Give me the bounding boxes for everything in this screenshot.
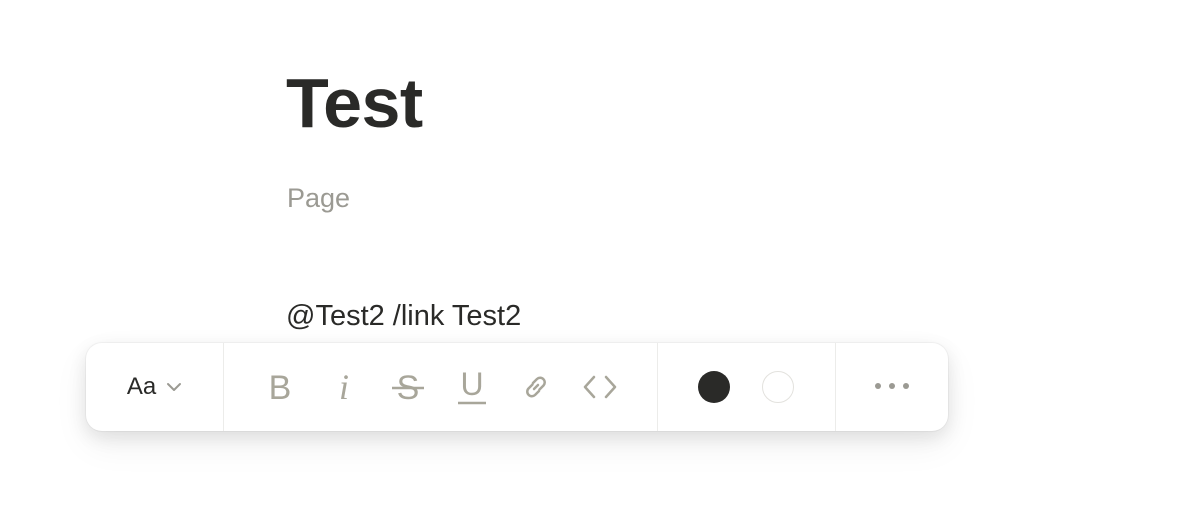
underline-icon: U <box>457 367 487 407</box>
background-color-swatch <box>762 371 794 403</box>
chevron-down-icon <box>166 382 182 392</box>
code-icon <box>583 374 617 400</box>
bold-button[interactable]: B <box>248 359 312 415</box>
text-style-dropdown[interactable]: Aa <box>121 365 188 409</box>
more-horizontal-icon <box>874 378 910 396</box>
page-subtitle[interactable]: Page <box>287 180 350 216</box>
selected-text-block[interactable]: @Test2 /link Test2 <box>286 296 521 336</box>
italic-icon: i <box>332 369 356 405</box>
text-color-swatch <box>698 371 730 403</box>
bold-icon: B <box>266 369 294 405</box>
background-color-button[interactable] <box>746 359 810 415</box>
italic-glyph: i <box>339 369 349 405</box>
underline-button[interactable]: U <box>440 359 504 415</box>
color-section <box>657 343 835 431</box>
page-title[interactable]: Test <box>286 58 423 148</box>
text-style-label: Aa <box>126 373 157 400</box>
italic-button[interactable]: i <box>312 359 376 415</box>
strikethrough-button[interactable]: S <box>376 359 440 415</box>
text-style-section: Aa <box>86 343 223 431</box>
more-options-button[interactable] <box>860 359 924 415</box>
text-color-button[interactable] <box>682 359 746 415</box>
code-button[interactable] <box>568 359 632 415</box>
underline-glyph: U <box>460 367 483 402</box>
more-section <box>835 343 948 431</box>
formatting-toolbar: Aa B i S U <box>86 343 948 431</box>
page: Test Page @Test2 /link Test2 Aa B i S U <box>0 0 1184 528</box>
bold-glyph: B <box>269 369 292 405</box>
link-button[interactable] <box>504 359 568 415</box>
format-section: B i S U <box>223 343 657 431</box>
strikethrough-icon: S <box>391 369 425 405</box>
link-icon <box>521 372 551 402</box>
